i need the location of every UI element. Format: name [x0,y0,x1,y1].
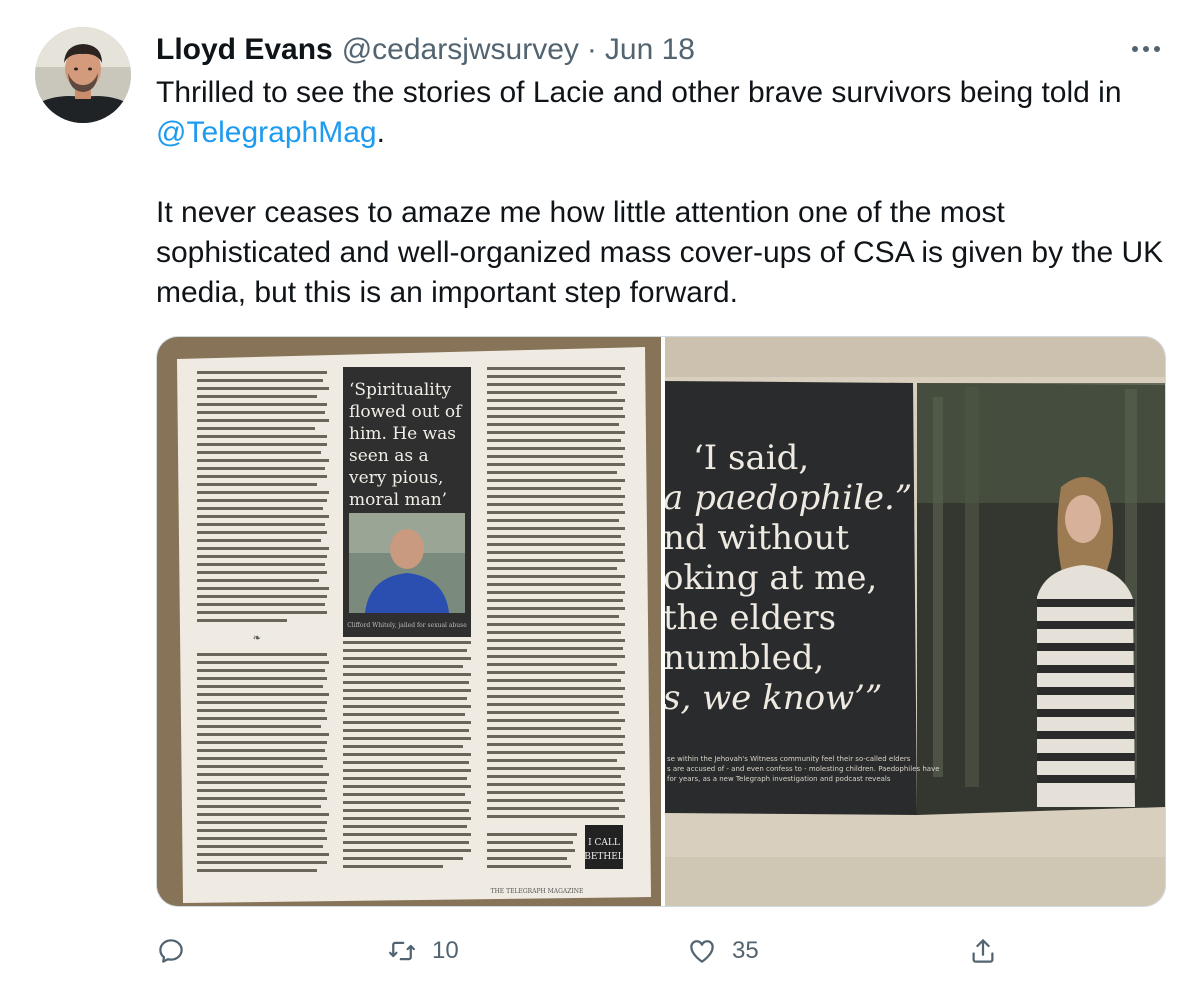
svg-text:for years, as a new Telegraph: for years, as a new Telegraph investigat… [667,775,891,783]
mention-link[interactable]: @TelegraphMag [156,116,377,149]
svg-text:❧: ❧ [253,633,261,644]
svg-text:se within the Jehovah's Witnes: se within the Jehovah's Witness communit… [667,755,911,763]
svg-text:I CALL: I CALL [588,838,620,848]
mention-suffix: . [376,116,385,149]
like-count: 35 [732,937,759,964]
retweet-count: 10 [432,937,459,964]
svg-text:BETHEL: BETHEL [584,852,624,862]
retweet-icon [389,941,415,961]
tweet-date[interactable]: Jun 18 [605,30,695,70]
author-handle[interactable]: @cedarsjwsurvey [342,30,579,70]
column-text-middle [343,641,471,868]
avatar-photo [35,27,131,123]
svg-text:numbled,: numbled, [665,638,824,678]
magazine-spread-image: ‘I said, a paedophile.” nd without oking… [663,337,1165,906]
svg-text:THE TELEGRAPH MAGAZINE: THE TELEGRAPH MAGAZINE [491,888,584,895]
svg-text:Clifford Whitely, jailed for s: Clifford Whitely, jailed for sexual abus… [347,622,467,629]
sweater-stripes [1037,599,1135,783]
svg-text:‘I said,: ‘I said, [693,438,809,478]
svg-text:seen as a: seen as a [349,446,429,466]
svg-text:nd without: nd without [665,518,849,558]
retweet-button[interactable]: 10 [386,928,459,974]
tweet-text-intro: Thrilled to see the stories of Lacie and… [156,76,1122,109]
tweet-text: Thrilled to see the stories of Lacie and… [156,73,1176,313]
media-image-right[interactable]: ‘I said, a paedophile.” nd without oking… [663,337,1165,906]
svg-text:moral man’: moral man’ [349,490,447,510]
magazine-page-image: ❧ ‘Spirituality flowed out of him. He wa… [157,337,661,906]
tweet-text-para2: It never ceases to amaze me how little a… [156,196,1164,309]
svg-text:s, we know’”: s, we know’” [665,678,882,718]
reply-button[interactable] [156,928,186,974]
media-image-left[interactable]: ❧ ‘Spirituality flowed out of him. He wa… [157,337,661,906]
svg-text:him. He was: him. He was [349,424,456,444]
like-button[interactable]: 35 [686,928,759,974]
share-icon [972,939,994,963]
svg-text:a paedophile.”: a paedophile.” [665,478,912,518]
tweet-actions: 10 35 [156,928,1166,974]
svg-text:oking at me,: oking at me, [665,558,877,598]
tweet-text-line1: Thrilled to see the stories of Lacie and… [156,73,1176,153]
share-button[interactable] [968,928,998,974]
tweet-header: Lloyd Evans @cedarsjwsurvey · Jun 18 [156,30,695,70]
svg-text:flowed out of: flowed out of [349,402,463,422]
svg-text:‘Spirituality: ‘Spirituality [349,380,452,400]
heart-icon [690,940,714,963]
avatar[interactable] [35,27,131,123]
tweet-media[interactable]: ❧ ‘Spirituality flowed out of him. He wa… [156,336,1166,907]
author-name[interactable]: Lloyd Evans [156,30,333,70]
svg-text:very pious,: very pious, [348,468,443,488]
svg-text:s are accused of - and even co: s are accused of - and even confess to -… [667,765,940,773]
separator-dot: · [586,33,597,66]
tweet[interactable]: Lloyd Evans @cedarsjwsurvey · Jun 18 Thr… [0,0,1202,998]
reply-icon [159,939,183,963]
more-icon [1132,46,1160,52]
svg-text:the elders: the elders [665,598,836,638]
more-options-button[interactable] [1126,34,1166,64]
